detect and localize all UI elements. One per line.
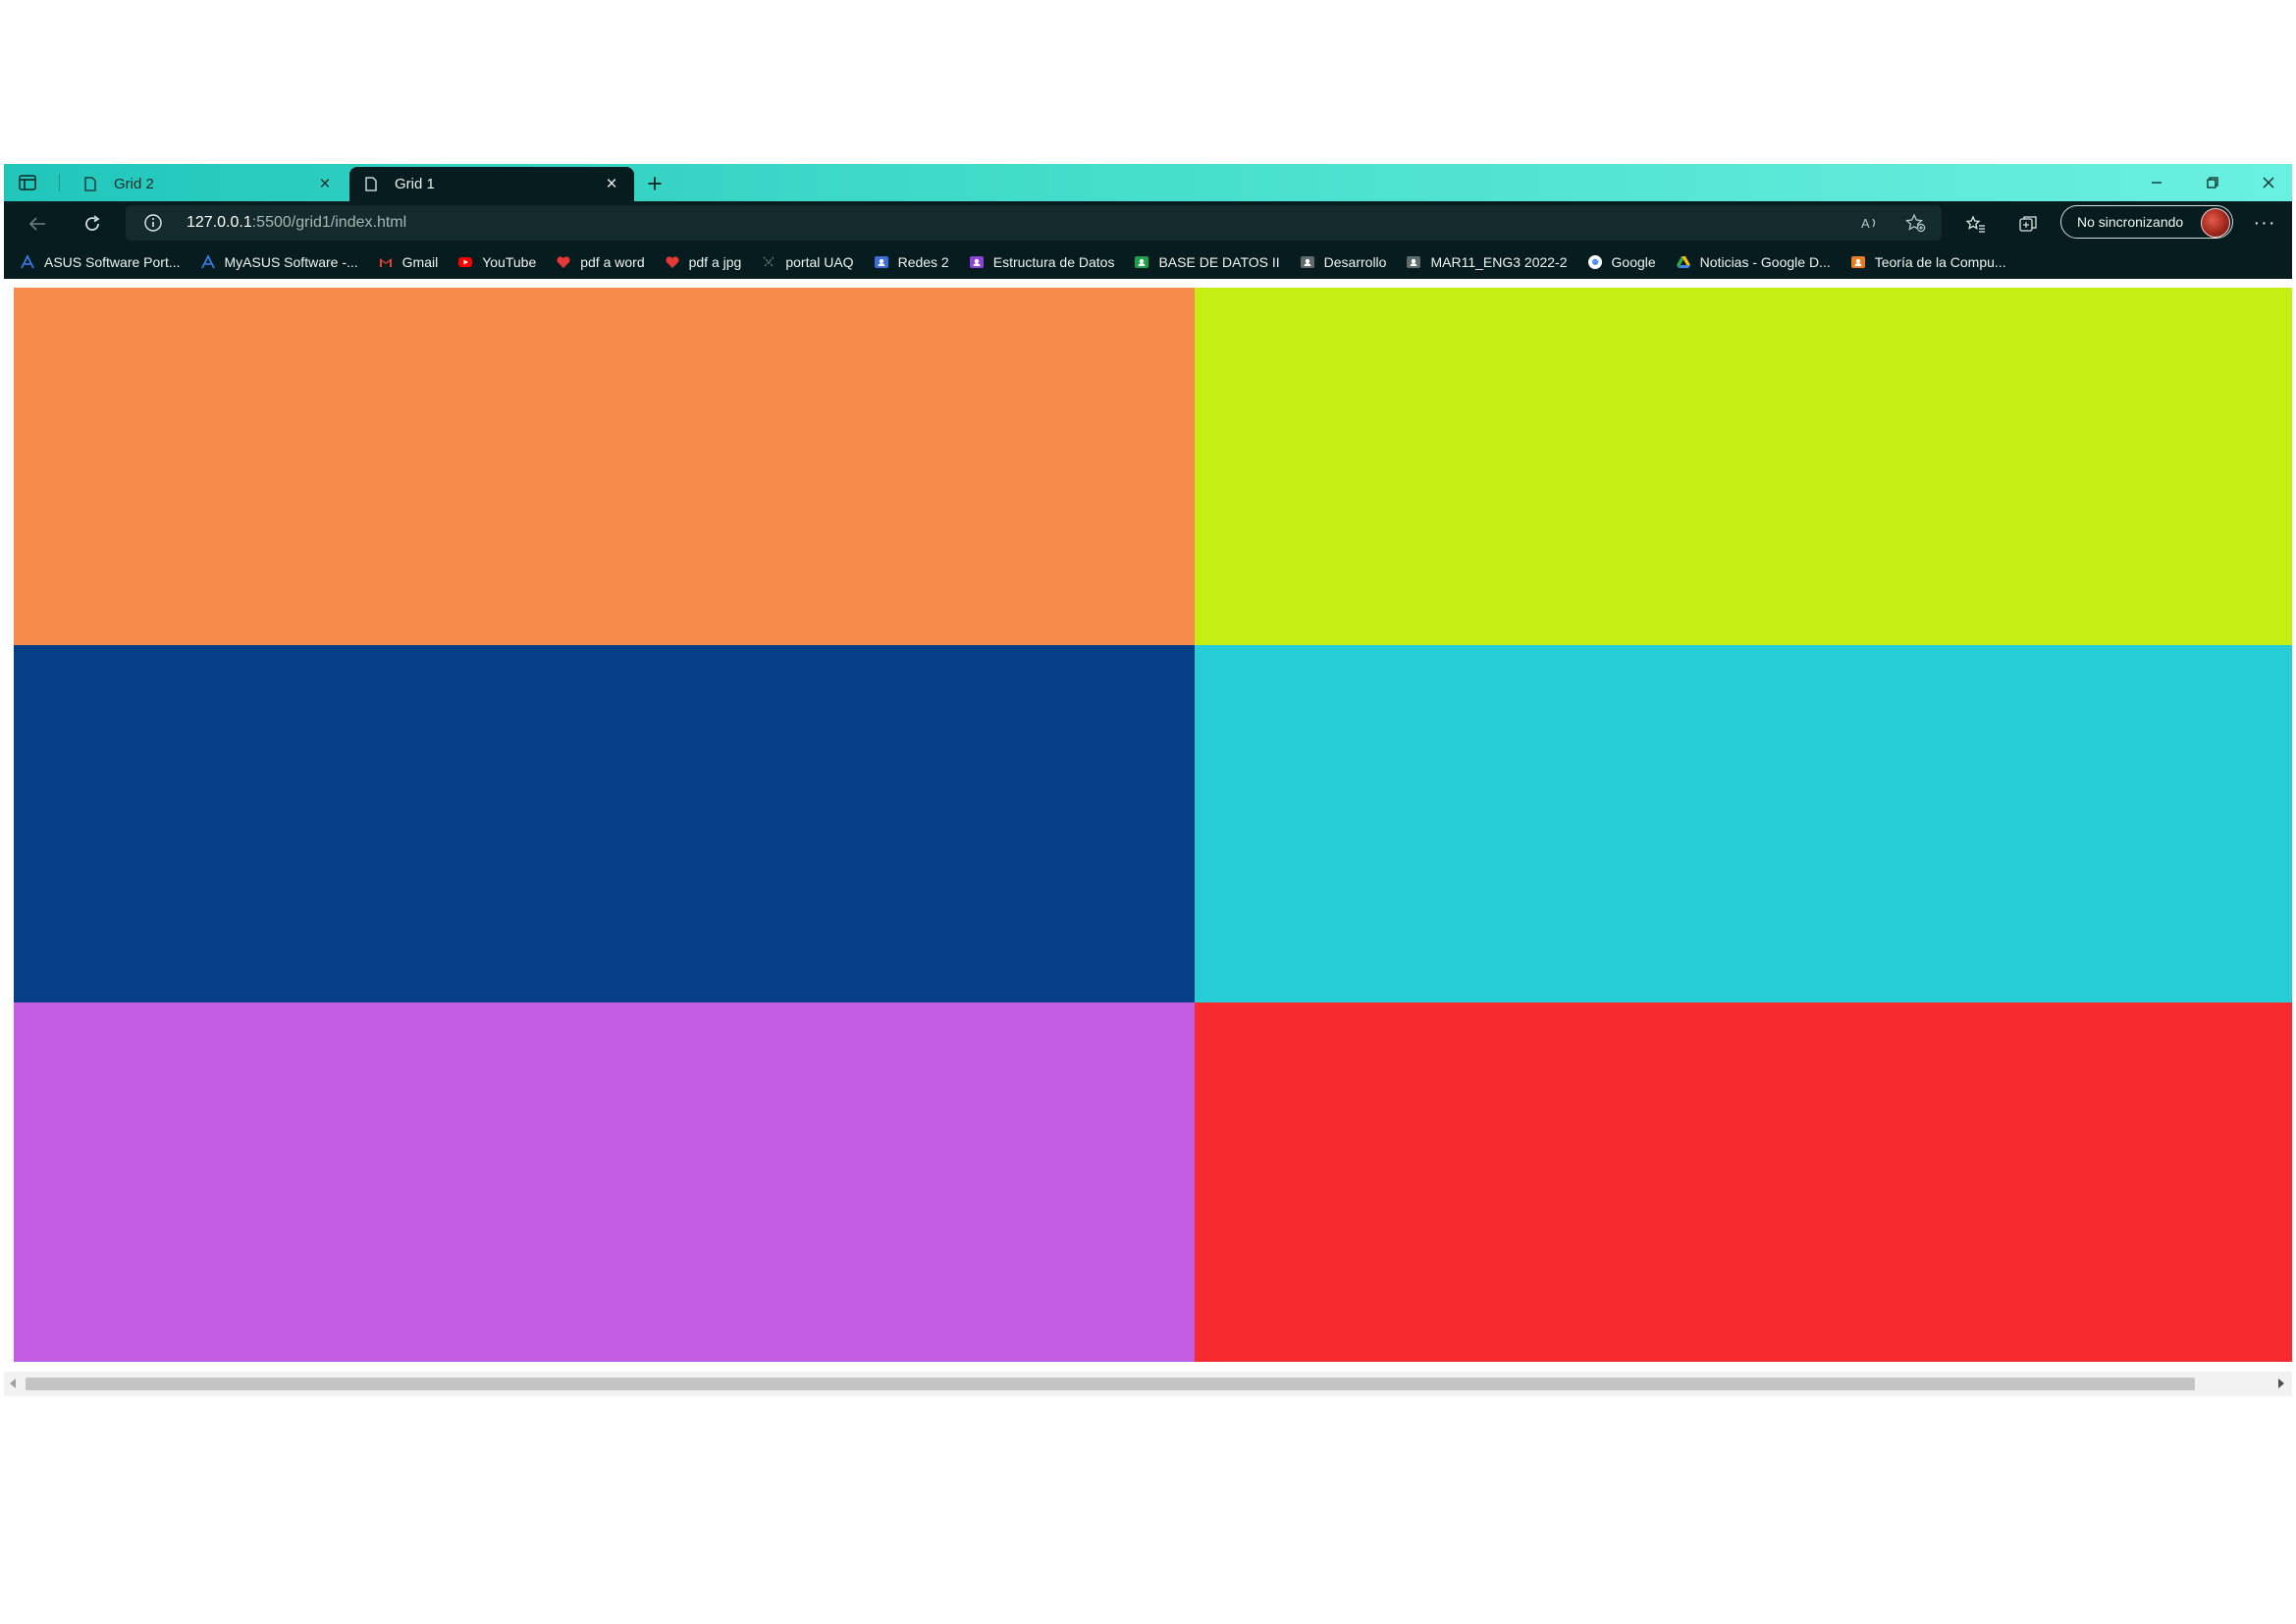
bookmark-label: Estructura de Datos	[992, 254, 1115, 270]
portal-icon	[761, 254, 776, 270]
tab-actions-icon[interactable]	[16, 172, 39, 193]
bookmark-item[interactable]: YouTube	[457, 254, 536, 270]
grid-cell-5	[14, 1002, 1195, 1362]
classroom-icon	[1134, 254, 1149, 270]
tab-grid-1[interactable]: Grid 1 ×	[349, 167, 634, 201]
bookmark-item[interactable]: pdf a jpg	[665, 254, 742, 270]
url-host: 127.0.0.1	[187, 214, 252, 231]
close-icon[interactable]	[2251, 171, 2286, 194]
bookmark-label: Redes 2	[897, 254, 949, 270]
bookmarks-bar: ASUS Software Port... MyASUS Software -..…	[4, 245, 2292, 279]
color-grid	[14, 288, 2292, 1362]
gmail-icon	[378, 254, 394, 270]
address-bar[interactable]: 127.0.0.1:5500/grid1/index.html A	[126, 205, 1942, 241]
grid-cell-3	[14, 645, 1195, 1002]
bookmark-item[interactable]: Teoría de la Compu...	[1850, 254, 2006, 270]
url-text: 127.0.0.1:5500/grid1/index.html	[187, 214, 406, 232]
tab-strip: Grid 2 × Grid 1 × +	[4, 164, 2292, 201]
more-options-icon[interactable]: ···	[2250, 209, 2279, 237]
bookmark-label: Google	[1611, 254, 1656, 270]
svg-text:A: A	[1861, 216, 1870, 231]
grid-cell-1	[14, 288, 1195, 645]
minimize-icon[interactable]	[2139, 171, 2174, 194]
page-icon	[365, 177, 377, 191]
browser-window: Grid 2 × Grid 1 × + 127.0.0.1:5500/grid1…	[4, 164, 2292, 1397]
read-aloud-icon[interactable]: A	[1859, 212, 1881, 234]
heart-icon	[556, 254, 571, 270]
tab-title: Grid 2	[114, 176, 154, 192]
asus-icon	[20, 254, 35, 270]
toolbar: 127.0.0.1:5500/grid1/index.html A No sin…	[4, 201, 2292, 245]
horizontal-scrollbar[interactable]	[4, 1372, 2292, 1396]
tab-close-icon[interactable]: ×	[316, 175, 334, 193]
avatar	[2201, 208, 2230, 238]
grid-cell-4	[1195, 645, 2292, 1002]
bookmark-label: Noticias - Google D...	[1699, 254, 1831, 270]
bookmark-label: Teoría de la Compu...	[1874, 254, 2006, 270]
classroom-icon	[874, 254, 889, 270]
bookmark-item[interactable]: MAR11_ENG3 2022-2	[1406, 254, 1568, 270]
new-tab-button[interactable]: +	[642, 170, 667, 196]
classroom-icon	[1406, 254, 1421, 270]
bookmark-label: portal UAQ	[785, 254, 854, 270]
youtube-icon	[457, 254, 473, 270]
scroll-left-icon[interactable]	[10, 1379, 16, 1388]
bookmark-item[interactable]: BASE DE DATOS II	[1134, 254, 1280, 270]
bookmark-label: YouTube	[482, 254, 537, 270]
refresh-icon[interactable]	[79, 210, 106, 238]
bookmark-label: pdf a word	[580, 254, 645, 270]
drive-icon	[1676, 254, 1691, 270]
bookmark-item[interactable]: MyASUS Software -...	[200, 254, 358, 270]
back-icon[interactable]	[24, 210, 51, 238]
asus-icon	[200, 254, 216, 270]
profile-sync-button[interactable]: No sincronizando	[2060, 205, 2233, 239]
bookmark-label: Desarrollo	[1323, 254, 1387, 270]
collections-icon[interactable]	[2014, 210, 2042, 238]
favorites-icon[interactable]	[1962, 210, 1990, 238]
google-icon	[1587, 254, 1603, 270]
info-icon[interactable]	[143, 213, 163, 233]
scroll-right-icon[interactable]	[2278, 1379, 2284, 1388]
bookmark-label: Gmail	[401, 254, 439, 270]
bookmark-label: BASE DE DATOS II	[1158, 254, 1280, 270]
bookmark-item[interactable]: Estructura de Datos	[969, 254, 1115, 270]
bookmark-item[interactable]: pdf a word	[556, 254, 645, 270]
tab-grid-2[interactable]: Grid 2 ×	[69, 167, 347, 201]
tab-title: Grid 1	[395, 176, 435, 192]
page-icon	[84, 177, 96, 191]
classroom-icon	[1300, 254, 1315, 270]
add-favorite-icon[interactable]	[1904, 212, 1926, 234]
restore-icon[interactable]	[2195, 171, 2230, 194]
heart-icon	[665, 254, 680, 270]
bookmark-item[interactable]: Google	[1587, 254, 1656, 270]
bookmark-item[interactable]: ASUS Software Port...	[20, 254, 181, 270]
url-path: :5500/grid1/index.html	[251, 214, 407, 231]
tab-close-icon[interactable]: ×	[603, 175, 620, 193]
bookmark-item[interactable]: Redes 2	[874, 254, 949, 270]
sync-status-label: No sincronizando	[2077, 214, 2184, 230]
bookmark-item[interactable]: Desarrollo	[1300, 254, 1387, 270]
bookmark-label: MyASUS Software -...	[224, 254, 358, 270]
page-viewport	[4, 279, 2292, 1396]
scrollbar-thumb[interactable]	[26, 1378, 2195, 1390]
bookmark-item[interactable]: Noticias - Google D...	[1676, 254, 1831, 270]
grid-cell-6	[1195, 1002, 2292, 1362]
bookmark-label: pdf a jpg	[688, 254, 742, 270]
classroom-icon	[1850, 254, 1866, 270]
bookmark-label: MAR11_ENG3 2022-2	[1430, 254, 1568, 270]
bookmark-label: ASUS Software Port...	[44, 254, 181, 270]
classroom-icon	[969, 254, 985, 270]
bookmark-item[interactable]: Gmail	[378, 254, 439, 270]
tab-separator	[59, 174, 60, 191]
grid-cell-2	[1195, 288, 2292, 645]
bookmark-item[interactable]: portal UAQ	[761, 254, 854, 270]
